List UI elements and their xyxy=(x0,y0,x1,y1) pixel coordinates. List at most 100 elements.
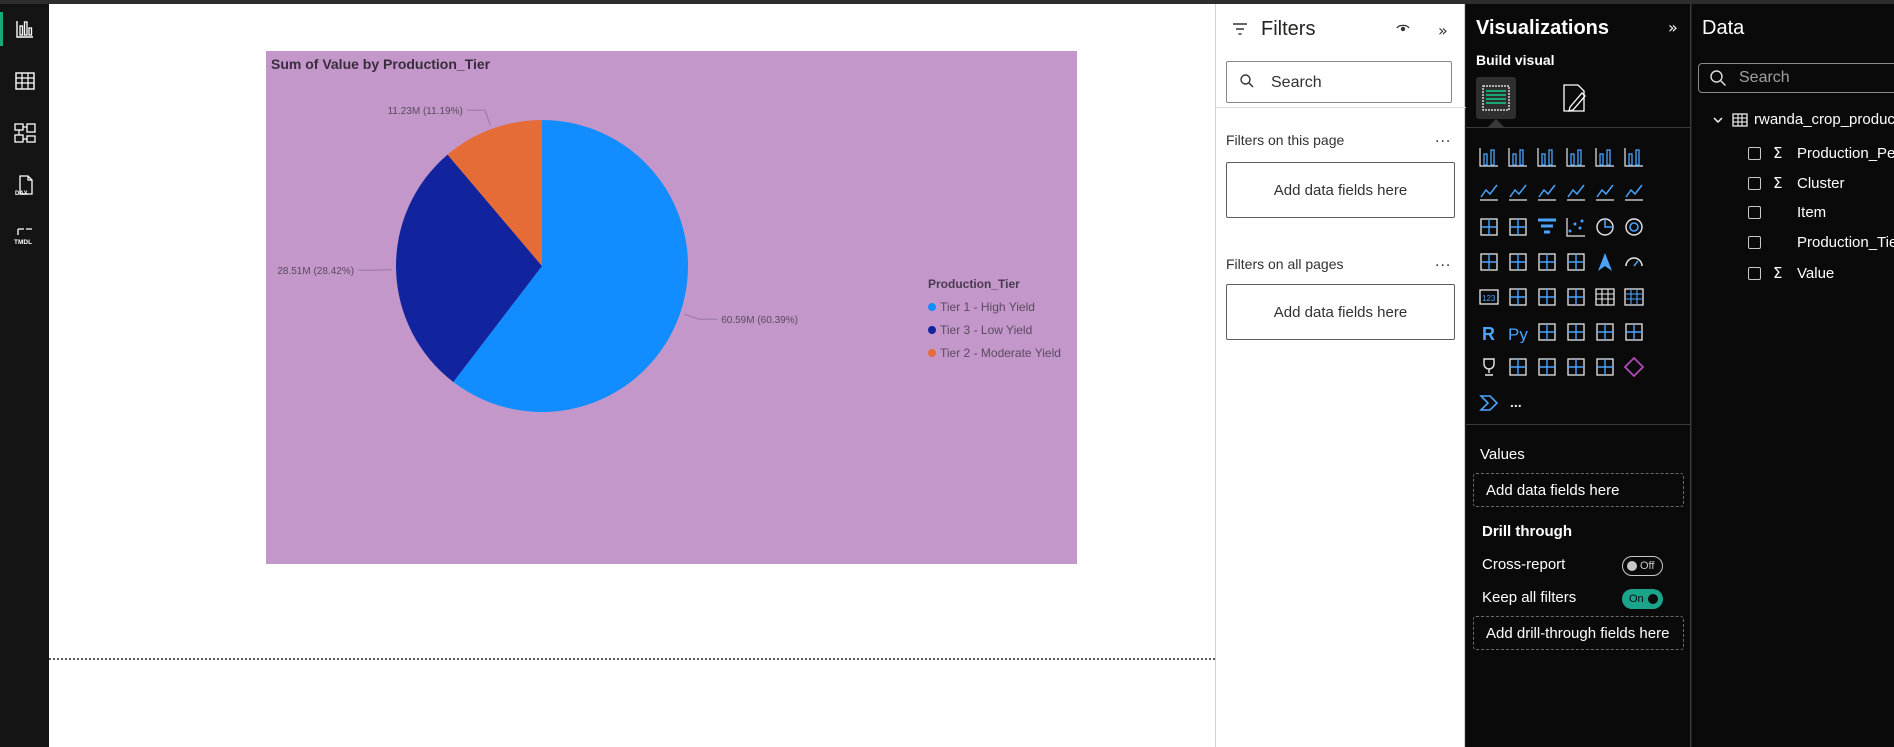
field-checkbox[interactable] xyxy=(1748,236,1761,249)
collapse-filters-icon[interactable]: » xyxy=(1438,21,1448,40)
qa-icon[interactable] xyxy=(1592,319,1618,345)
divider xyxy=(1466,127,1691,128)
field-name: Cluster xyxy=(1797,174,1845,192)
more-visuals-icon[interactable]: ... xyxy=(1505,389,1531,415)
dax-query-button[interactable]: DAX xyxy=(0,162,49,208)
power-apps-icon[interactable] xyxy=(1563,354,1589,380)
gauge-icon[interactable] xyxy=(1621,249,1647,275)
more-options-icon[interactable]: ... xyxy=(1435,254,1451,270)
key-influencers-icon[interactable] xyxy=(1534,319,1560,345)
dax-query-icon: DAX xyxy=(15,175,33,197)
model-view-button[interactable] xyxy=(0,110,49,156)
build-visual-tab[interactable] xyxy=(1476,77,1516,119)
100-bar-icon[interactable] xyxy=(1592,144,1618,170)
legend-item[interactable]: Tier 1 - High Yield xyxy=(928,295,1061,318)
paginated-report-icon[interactable] xyxy=(1621,319,1647,345)
card-icon-glyph: 123 xyxy=(1479,289,1499,305)
ribbon-chart-icon-glyph xyxy=(1480,218,1498,236)
narrative-icon[interactable] xyxy=(1505,354,1531,380)
filled-map-icon[interactable] xyxy=(1534,249,1560,275)
waterfall-icon[interactable] xyxy=(1505,214,1531,240)
scatter-icon[interactable] xyxy=(1563,214,1589,240)
data-field-item[interactable]: Production_Tie xyxy=(1748,234,1894,251)
pie-chart-visual[interactable]: Sum of Value by Production_Tier 60.59M (… xyxy=(266,51,1077,564)
100-column-icon-glyph xyxy=(1624,148,1643,167)
line-clustered-column-icon[interactable] xyxy=(1621,179,1647,205)
all-pages-filters-drop-zone[interactable]: Add data fields here xyxy=(1226,284,1455,340)
stacked-column-icon[interactable] xyxy=(1505,144,1531,170)
data-field-item[interactable]: Item xyxy=(1748,204,1826,221)
format-visual-tab[interactable] xyxy=(1558,79,1592,117)
diamond-icon[interactable] xyxy=(1621,354,1647,380)
stacked-bar-icon[interactable] xyxy=(1476,144,1502,170)
clustered-bar-icon[interactable] xyxy=(1534,144,1560,170)
legend-label: Tier 3 - Low Yield xyxy=(940,322,1033,337)
funnel-icon[interactable] xyxy=(1534,214,1560,240)
legend-item[interactable]: Tier 2 - Moderate Yield xyxy=(928,341,1061,364)
page-filters-drop-zone[interactable]: Add data fields here xyxy=(1226,162,1455,218)
100-column-icon[interactable] xyxy=(1621,144,1647,170)
data-search-input[interactable]: Search xyxy=(1698,63,1894,93)
multi-row-card-icon[interactable] xyxy=(1505,284,1531,310)
card-icon[interactable]: 123 xyxy=(1476,284,1502,310)
field-checkbox[interactable] xyxy=(1748,206,1761,219)
table-view-button[interactable] xyxy=(0,58,49,104)
ribbon-chart-icon[interactable] xyxy=(1476,214,1502,240)
kpi-icon[interactable] xyxy=(1534,284,1560,310)
area-chart-icon[interactable] xyxy=(1505,179,1531,205)
field-checkbox[interactable] xyxy=(1748,146,1761,160)
map-icon[interactable] xyxy=(1505,249,1531,275)
field-checkbox[interactable] xyxy=(1748,176,1761,190)
narrative-icon-glyph xyxy=(1509,358,1527,376)
trophy-icon[interactable] xyxy=(1476,354,1502,380)
pie-chart-icon[interactable] xyxy=(1592,214,1618,240)
svg-text:Py: Py xyxy=(1508,325,1528,343)
r-visual-icon[interactable]: R xyxy=(1476,319,1502,345)
build-visual-icon xyxy=(1482,85,1510,111)
treemap-icon[interactable] xyxy=(1476,249,1502,275)
metrics-icon[interactable] xyxy=(1534,354,1560,380)
pie-chart-icon-glyph xyxy=(1596,218,1614,236)
shape-map-icon[interactable] xyxy=(1563,249,1589,275)
data-field-item[interactable]: Σ Value xyxy=(1748,264,1834,282)
more-options-icon[interactable]: ... xyxy=(1435,130,1451,146)
report-canvas[interactable]: Sum of Value by Production_Tier 60.59M (… xyxy=(49,4,1215,747)
data-label: 11.23M (11.19%) xyxy=(388,106,463,117)
field-checkbox[interactable] xyxy=(1748,266,1761,280)
copilot-icon[interactable] xyxy=(1476,389,1502,415)
stacked-area-icon[interactable] xyxy=(1534,179,1560,205)
data-field-item[interactable]: Σ Production_Per xyxy=(1748,144,1894,162)
eye-icon[interactable] xyxy=(1396,22,1410,34)
table-node[interactable]: rwanda_crop_product xyxy=(1712,111,1894,128)
page-boundary xyxy=(49,658,1215,660)
report-view-button[interactable] xyxy=(0,6,49,52)
python-visual-icon[interactable]: Py xyxy=(1505,319,1531,345)
model-view-icon xyxy=(13,123,36,143)
chevron-down-icon[interactable] xyxy=(1712,115,1724,125)
data-field-item[interactable]: Σ Cluster xyxy=(1748,174,1845,192)
line-chart-icon[interactable] xyxy=(1476,179,1502,205)
collapse-visualizations-icon[interactable]: » xyxy=(1668,18,1678,37)
values-drop-zone[interactable]: Add data fields here xyxy=(1473,473,1684,507)
drill-through-drop-zone[interactable]: Add drill-through fields here xyxy=(1473,616,1684,650)
line-clustered-column-icon-glyph xyxy=(1625,184,1643,201)
sigma-icon: Σ xyxy=(1773,174,1783,192)
cross-report-toggle[interactable]: Off xyxy=(1622,556,1663,576)
ribbon-icon[interactable] xyxy=(1563,179,1589,205)
decomposition-tree-icon[interactable] xyxy=(1563,319,1589,345)
table-view-icon xyxy=(14,72,35,90)
azure-map-icon[interactable] xyxy=(1592,249,1618,275)
clustered-column-icon[interactable] xyxy=(1563,144,1589,170)
data-title: Data xyxy=(1702,17,1745,39)
legend-item[interactable]: Tier 3 - Low Yield xyxy=(928,318,1061,341)
power-automate-icon[interactable] xyxy=(1592,354,1618,380)
filters-on-this-page-label: Filters on this page xyxy=(1226,132,1345,148)
tmdl-view-button[interactable]: TMDL xyxy=(0,214,49,260)
donut-icon[interactable] xyxy=(1621,214,1647,240)
slicer-icon[interactable] xyxy=(1563,284,1589,310)
line-column-icon[interactable] xyxy=(1592,179,1618,205)
table-icon[interactable] xyxy=(1592,284,1618,310)
keep-all-filters-toggle[interactable]: On xyxy=(1622,589,1663,609)
filters-search-input[interactable]: Search xyxy=(1226,61,1452,103)
matrix-icon[interactable] xyxy=(1621,284,1647,310)
